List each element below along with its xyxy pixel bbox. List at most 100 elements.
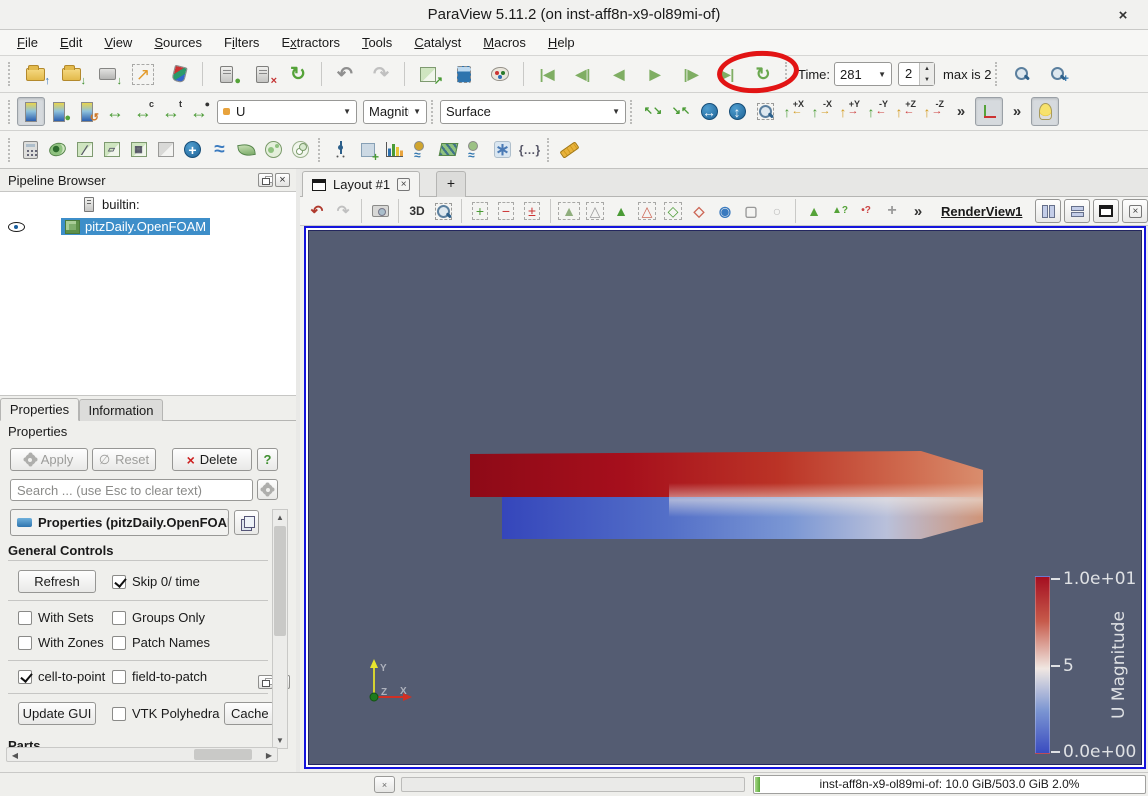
refresh-button[interactable]: Refresh xyxy=(18,570,96,593)
save-data[interactable]: ↓ xyxy=(90,59,124,89)
component-combo[interactable]: Magnitude ▼ xyxy=(363,99,427,124)
copy-properties-button[interactable] xyxy=(234,510,259,535)
menu-view[interactable]: View xyxy=(93,32,143,53)
auto-apply[interactable] xyxy=(447,59,481,89)
vertical-scroll-thumb[interactable] xyxy=(274,526,286,636)
toggle-interaction-mode[interactable]: 3D xyxy=(404,199,430,223)
plot-over-time[interactable] xyxy=(408,135,435,164)
warp-by-vector[interactable] xyxy=(233,135,260,164)
contour[interactable] xyxy=(44,135,71,164)
play-backward[interactable]: ◀ xyxy=(602,59,636,89)
properties-horizontal-scrollbar[interactable]: ◀ ▶ xyxy=(6,747,278,762)
redo[interactable]: ↷ xyxy=(364,59,398,89)
ruler[interactable] xyxy=(556,135,583,164)
cell-to-point-checkbox[interactable] xyxy=(18,669,32,684)
viewport-canvas[interactable]: Y Z X 1.0e+01 5 0.0e+00 U Magnitude xyxy=(308,230,1142,765)
update-gui-button[interactable]: Update GUI xyxy=(18,702,96,725)
undo[interactable]: ↶ xyxy=(328,59,362,89)
calculator[interactable] xyxy=(17,135,44,164)
pipeline-float-button[interactable] xyxy=(258,173,273,187)
color-legend-bar[interactable] xyxy=(1035,576,1050,754)
representation-combo[interactable]: Surface ▼ xyxy=(440,99,626,124)
threshold[interactable]: ▦ xyxy=(125,135,152,164)
zoom-to-box[interactable] xyxy=(751,97,779,126)
light-kit-toggle[interactable] xyxy=(1031,97,1059,126)
export-scene[interactable]: ↗ xyxy=(126,59,160,89)
search-options-button[interactable] xyxy=(257,479,278,500)
scroll-right-icon[interactable]: ▶ xyxy=(264,751,274,760)
properties-float-button[interactable] xyxy=(258,675,273,689)
menu-edit[interactable]: Edit xyxy=(49,32,93,53)
find-data[interactable] xyxy=(1005,59,1039,89)
reset-session[interactable]: ↻ xyxy=(281,59,315,89)
menu-tools[interactable]: Tools xyxy=(351,32,403,53)
apply-button[interactable]: Apply xyxy=(10,448,88,471)
view-toolbar-overfl[interactable]: » xyxy=(905,199,931,223)
menu-help[interactable]: Help xyxy=(537,32,586,53)
render-viewport[interactable]: Y Z X 1.0e+01 5 0.0e+00 U Magnitude xyxy=(304,226,1146,769)
probe-location[interactable] xyxy=(327,135,354,164)
toggle-color-legend[interactable] xyxy=(17,97,45,126)
menu-filters[interactable]: Filters xyxy=(213,32,270,53)
tab-layout-1[interactable]: Layout #1 xyxy=(302,171,421,197)
hover-cells[interactable]: ▢ xyxy=(738,199,764,223)
skip-zero-checkbox[interactable] xyxy=(112,574,126,589)
tab-properties[interactable]: Properties xyxy=(0,398,79,421)
visibility-eye-icon[interactable] xyxy=(8,219,25,234)
add-selection[interactable]: + xyxy=(467,199,493,223)
split-horizontal-button[interactable] xyxy=(1035,199,1062,223)
connect-server[interactable]: ● xyxy=(209,59,243,89)
select-points-through[interactable]: △ xyxy=(634,199,660,223)
camera-undo[interactable]: ↶ xyxy=(304,199,330,223)
view-plus-y[interactable]: ↑ → +Y xyxy=(835,97,863,126)
select-points-on[interactable]: △ xyxy=(582,199,608,223)
select-block[interactable]: ▲ xyxy=(801,199,827,223)
menu-macros[interactable]: Macros xyxy=(472,32,537,53)
field-to-patch-checkbox[interactable] xyxy=(112,669,126,684)
close-view-button[interactable] xyxy=(1122,199,1148,223)
search-input[interactable] xyxy=(10,479,253,501)
frame-spinbox[interactable]: 2 ▲ ▼ xyxy=(898,62,936,86)
extract-subset[interactable] xyxy=(152,135,179,164)
extract-block[interactable] xyxy=(287,135,314,164)
cache-button[interactable]: Cache xyxy=(224,702,274,725)
vtk-polyhedra-checkbox[interactable] xyxy=(112,706,126,721)
frame-down-button[interactable]: ▼ xyxy=(920,74,935,85)
rescale-to-custom-range[interactable]: ↔ c xyxy=(129,97,157,126)
axes-toolbar-overflow[interactable]: » xyxy=(1003,97,1031,126)
scroll-left-icon[interactable]: ◀ xyxy=(10,751,20,760)
color-field-combo[interactable]: U ▼ xyxy=(217,99,357,124)
frame-up-button[interactable]: ▲ xyxy=(920,63,935,74)
catalyst-export[interactable]: ↗ xyxy=(411,59,445,89)
plot-over-line[interactable] xyxy=(435,135,462,164)
patch-names-checkbox[interactable] xyxy=(112,635,126,650)
delete-button[interactable]: × Delete xyxy=(172,448,252,471)
pipeline-close-button[interactable] xyxy=(275,173,290,187)
menu-sources[interactable]: Sources xyxy=(143,32,213,53)
view-plus-x[interactable]: ↑ ← +X xyxy=(779,97,807,126)
edit-color-map[interactable]: ● xyxy=(45,97,73,126)
view-plus-z[interactable]: ↑ ← +Z xyxy=(891,97,919,126)
zoom-closest-to-data[interactable]: ↕ xyxy=(723,97,751,126)
programmable-filter[interactable]: ∗ xyxy=(489,135,516,164)
subtract-selection[interactable]: − xyxy=(493,199,519,223)
with-sets-checkbox[interactable] xyxy=(18,610,32,625)
reset-camera-closest[interactable]: ↔ xyxy=(695,97,723,126)
zoom-to-box-view[interactable] xyxy=(430,199,456,223)
query-points[interactable]: •? xyxy=(853,199,879,223)
with-zones-checkbox[interactable] xyxy=(18,635,32,650)
query-cells[interactable]: ▲? xyxy=(827,199,853,223)
reset-camera[interactable]: ↖↘ xyxy=(639,97,667,126)
view-minus-z[interactable]: ↑ → -Z xyxy=(919,97,947,126)
renderview-name[interactable]: RenderView1 xyxy=(941,204,1022,219)
camera-redo[interactable]: ↷ xyxy=(330,199,356,223)
menu-file[interactable]: File xyxy=(6,32,49,53)
first-frame[interactable]: |◀ xyxy=(530,59,564,89)
toggle-selection[interactable]: ± xyxy=(519,199,545,223)
menu-extractors[interactable]: Extractors xyxy=(270,32,351,53)
rescale-to-visible-range[interactable]: ↔ ● xyxy=(185,97,213,126)
properties-section-header[interactable]: Properties (pitzDaily.OpenFOAM xyxy=(10,509,229,536)
close-tab-icon[interactable] xyxy=(397,178,411,191)
python-calculator[interactable]: {…} xyxy=(516,135,543,164)
select-cells-on[interactable]: ▲ xyxy=(556,199,582,223)
